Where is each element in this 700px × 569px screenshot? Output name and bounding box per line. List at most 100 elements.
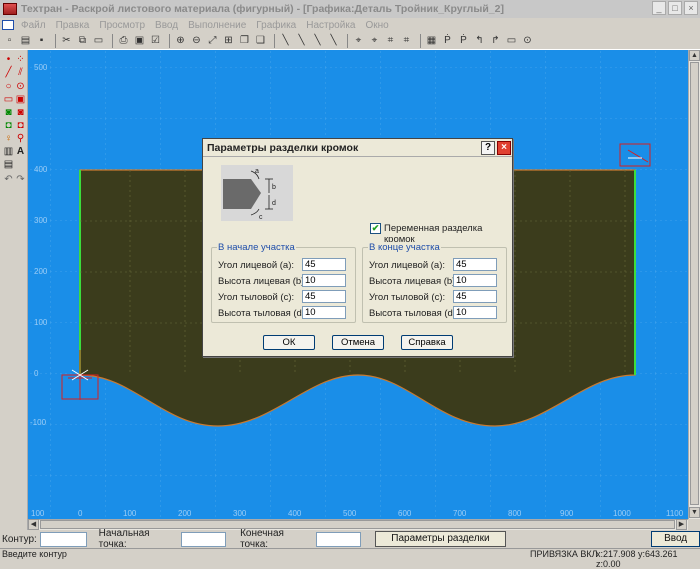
copy-icon[interactable]: ⧉ — [76, 34, 89, 47]
start-point-label: Начальная точка: — [98, 528, 150, 550]
document-icon[interactable] — [2, 20, 14, 30]
red-tool-icon[interactable]: ◙ — [15, 107, 26, 118]
menu-input[interactable]: Ввод — [150, 20, 183, 31]
zoom-icon[interactable]: ⊖ — [190, 34, 203, 47]
contour6-icon[interactable]: ▭ — [505, 34, 518, 47]
enter-button[interactable]: Ввод — [651, 531, 700, 547]
open-file-icon[interactable]: ▤ — [19, 34, 32, 47]
window-title: Техтран - Раскрой листового материала (ф… — [21, 3, 504, 15]
paste-icon[interactable]: ▭ — [92, 34, 105, 47]
line2-tool-icon[interactable]: ╲ — [295, 34, 308, 47]
close-window-button[interactable]: × — [684, 1, 698, 15]
y-tick-300: 300 — [34, 216, 48, 225]
points-grid-icon[interactable]: ⁘ — [15, 54, 26, 65]
line4-tool-icon[interactable]: ╲ — [327, 34, 340, 47]
point-icon[interactable]: • — [3, 54, 14, 65]
redo-icon[interactable]: ↷ — [15, 174, 26, 185]
contour-tool-icon[interactable]: ▣ — [15, 94, 26, 105]
undo-icon[interactable]: ↶ — [3, 174, 14, 185]
scroll-left-arrow[interactable]: ◀ — [28, 519, 39, 530]
cancel-button[interactable]: Отмена — [332, 335, 384, 350]
contour-field[interactable] — [39, 531, 87, 547]
marker-icon[interactable]: ♀ — [3, 133, 14, 144]
cut-icon[interactable]: ✂ — [60, 34, 73, 47]
pin-icon[interactable]: ⚲ — [15, 133, 26, 144]
rectangle-icon[interactable]: ▭ — [3, 94, 14, 105]
end-height-face-input[interactable]: 10 — [453, 274, 497, 287]
menu-run[interactable]: Выполнение — [183, 20, 251, 31]
fit-icon[interactable]: ⊞ — [222, 34, 235, 47]
menu-edit[interactable]: Правка — [51, 20, 95, 31]
contour2-icon[interactable]: Ṗ — [441, 34, 454, 47]
snap2-icon[interactable]: ⌖ — [368, 34, 381, 47]
start-point-field[interactable] — [181, 531, 227, 547]
green-tool2-icon[interactable]: ◘ — [3, 120, 14, 131]
contour4-icon[interactable]: ↰ — [473, 34, 486, 47]
label-d: d — [272, 200, 276, 207]
line3-tool-icon[interactable]: ╲ — [311, 34, 324, 47]
zoom-window-icon[interactable]: ⤢ — [206, 34, 219, 47]
circle-center-icon[interactable]: ⊙ — [15, 81, 26, 92]
start-angle-face-input[interactable]: 45 — [302, 258, 346, 271]
check-icon[interactable]: ☑ — [149, 34, 162, 47]
app-icon — [3, 3, 17, 15]
save-icon[interactable]: ▪ — [35, 34, 48, 47]
end-group: В конце участка Угол лицевой (a): 45 Выс… — [362, 242, 507, 323]
bevel-diagram: b d a c — [221, 165, 293, 221]
maximize-button[interactable]: □ — [668, 1, 682, 15]
layers-icon[interactable]: ❐ — [238, 34, 251, 47]
snap4-icon[interactable]: ⌗ — [400, 34, 413, 47]
dialog-help-button[interactable]: ? — [481, 141, 495, 155]
menu-bar: Файл Правка Просмотр Ввод Выполнение Гра… — [0, 18, 700, 32]
contour-icon[interactable]: ▦ — [425, 34, 438, 47]
vertical-scrollbar[interactable]: ▲ ▼ — [688, 50, 700, 519]
layers2-icon[interactable]: ❑ — [254, 34, 267, 47]
end-point-field[interactable] — [315, 531, 361, 547]
start-height-back-input[interactable]: 10 — [302, 306, 346, 319]
snap3-icon[interactable]: ⌗ — [384, 34, 397, 47]
x-tick-700: 700 — [453, 509, 467, 518]
menu-graphics[interactable]: Графика — [251, 20, 301, 31]
end-angle-back-input[interactable]: 45 — [453, 290, 497, 303]
page-icon[interactable]: ▤ — [3, 159, 14, 170]
start-height-face-input[interactable]: 10 — [302, 274, 346, 287]
preview-icon[interactable]: ▣ — [133, 34, 146, 47]
minimize-button[interactable]: _ — [652, 1, 666, 15]
contour3-icon[interactable]: Ṗ — [457, 34, 470, 47]
scroll-up-arrow[interactable]: ▲ — [689, 50, 700, 61]
menu-window[interactable]: Окно — [360, 20, 393, 31]
menu-settings[interactable]: Настройка — [301, 20, 360, 31]
contour5-icon[interactable]: ↱ — [489, 34, 502, 47]
parallel-lines-icon[interactable]: ⫽ — [15, 67, 26, 78]
line-tool-icon[interactable]: ╲ — [279, 34, 292, 47]
zoom-in-icon[interactable]: ⊕ — [174, 34, 187, 47]
start-height-back-label: Высота тыловая (d): — [218, 308, 308, 319]
start-angle-back-input[interactable]: 45 — [302, 290, 346, 303]
ok-button[interactable]: ОК — [263, 335, 315, 350]
start-angle-face-label: Угол лицевой (a): — [218, 260, 295, 271]
scroll-down-arrow[interactable]: ▼ — [689, 507, 700, 518]
snap-icon[interactable]: ⌖ — [352, 34, 365, 47]
end-height-back-input[interactable]: 10 — [453, 306, 497, 319]
vertical-scroll-thumb[interactable] — [690, 62, 699, 505]
contour7-icon[interactable]: ⊙ — [521, 34, 534, 47]
menu-file[interactable]: Файл — [16, 20, 51, 31]
edge-params-button[interactable]: Параметры разделки кромок... — [374, 531, 507, 558]
status-hint: Введите контур — [2, 549, 67, 559]
text-tool-icon[interactable]: A — [15, 146, 26, 157]
line-icon[interactable]: ╱ — [3, 67, 14, 78]
stamp-icon[interactable]: ▥ — [3, 146, 14, 157]
variable-edge-checkbox[interactable]: ✔ — [370, 223, 381, 234]
scroll-right-arrow[interactable]: ▶ — [676, 519, 687, 530]
dialog-close-button[interactable]: × — [497, 141, 511, 155]
y-tick-0: 0 — [34, 369, 39, 378]
circle-icon[interactable]: ○ — [3, 81, 14, 92]
start-group-title: В начале участка — [217, 242, 296, 253]
end-angle-face-input[interactable]: 45 — [453, 258, 497, 271]
menu-view[interactable]: Просмотр — [94, 20, 150, 31]
new-file-icon[interactable]: ▫ — [3, 34, 16, 47]
red-tool2-icon[interactable]: ◘ — [15, 120, 26, 131]
help-button[interactable]: Справка — [401, 335, 453, 350]
print-icon[interactable]: ⎙ — [117, 34, 130, 47]
green-tool-icon[interactable]: ◙ — [3, 107, 14, 118]
